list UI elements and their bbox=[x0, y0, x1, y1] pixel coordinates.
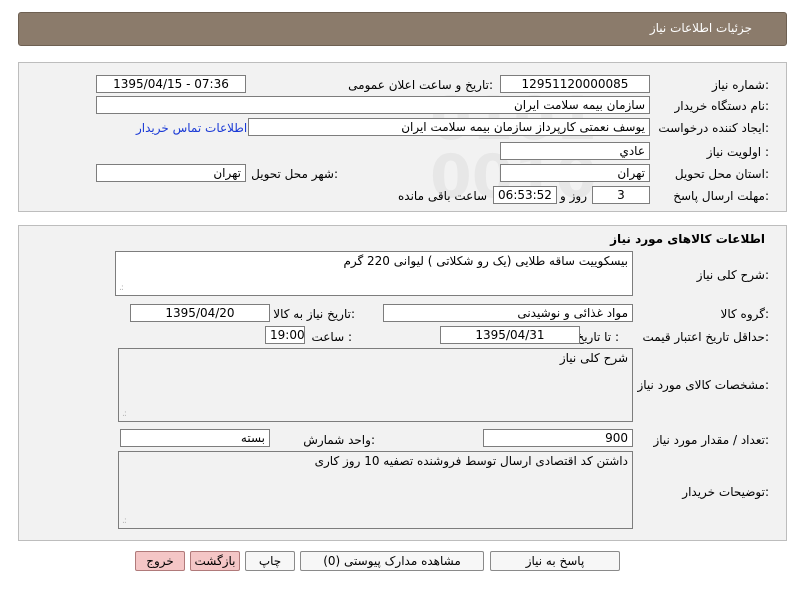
hour-label: ساعت : bbox=[311, 330, 352, 344]
qty-field: 900 bbox=[483, 429, 633, 447]
buyer-contact-link[interactable]: اطلاعات تماس خریدار bbox=[136, 121, 247, 135]
until-date-label: تا تاریخ : bbox=[576, 330, 619, 344]
unit-field: بسته bbox=[120, 429, 270, 447]
min-validity-label: حداقل تاریخ اعتبار قیمت: bbox=[642, 330, 769, 344]
province-field: تهران bbox=[500, 164, 650, 182]
deadline-days-field: 3 bbox=[592, 186, 650, 204]
back-button[interactable]: بازگشت bbox=[190, 551, 240, 571]
days-unit-label: روز و bbox=[560, 189, 587, 203]
general-desc-field: بیسکوییت ساقه طلایی (یک رو شکلاتی ) لیوا… bbox=[115, 251, 633, 296]
print-button[interactable]: چاپ bbox=[245, 551, 295, 571]
spec-label: مشخصات کالای مورد نیاز: bbox=[637, 378, 769, 392]
buyer-notes-field: داشتن کد اقتصادی ارسال توسط فروشنده تصفی… bbox=[118, 451, 633, 529]
general-desc-text: بیسکوییت ساقه طلایی (یک رو شکلاتی ) لیوا… bbox=[343, 254, 628, 268]
goods-group-field: مواد غذائی و نوشیدنی bbox=[383, 304, 633, 322]
buyer-notes-text: داشتن کد اقتصادی ارسال توسط فروشنده تصفی… bbox=[314, 454, 628, 468]
general-desc-label: شرح کلی نیاز: bbox=[696, 268, 769, 282]
attachments-button[interactable]: مشاهده مدارک پیوستی (0) bbox=[300, 551, 484, 571]
buyer-org-field: سازمان بیمه سلامت ایران bbox=[96, 96, 650, 114]
qty-label: تعداد / مقدار مورد نیاز: bbox=[653, 433, 769, 447]
need-date-label: تاریخ نیاز به کالا: bbox=[273, 307, 355, 321]
province-label: استان محل تحویل: bbox=[674, 167, 769, 181]
priority-field: عادي bbox=[500, 142, 650, 160]
page-header: جزئیات اطلاعات نیاز bbox=[18, 12, 787, 46]
exit-button[interactable]: خروج bbox=[135, 551, 185, 571]
announce-field: 1395/04/15 - 07:36 bbox=[96, 75, 246, 93]
need-date-field: 1395/04/20 bbox=[130, 304, 270, 322]
announce-label: تاریخ و ساعت اعلان عمومی: bbox=[348, 78, 493, 92]
deadline-label: مهلت ارسال پاسخ: bbox=[673, 189, 769, 203]
unit-label: واحد شمارش: bbox=[303, 433, 375, 447]
deadline-time-field: 06:53:52 bbox=[493, 186, 557, 204]
resize-grip-icon: :. bbox=[122, 516, 127, 526]
creator-field: یوسف نعمتی کارپرداز سازمان بیمه سلامت ای… bbox=[248, 118, 650, 136]
until-date-field: 1395/04/31 bbox=[440, 326, 580, 344]
goods-section-title: اطلاعات کالاهای مورد نیاز bbox=[610, 232, 765, 246]
city-label: شهر محل تحویل: bbox=[251, 167, 338, 181]
resize-grip-icon: :. bbox=[119, 283, 124, 293]
goods-group-label: گروه کالا: bbox=[720, 307, 770, 321]
priority-label: اولویت نیاز : bbox=[706, 145, 769, 159]
spec-field: شرح کلی نیاز :. bbox=[118, 348, 633, 422]
time-remaining-label: ساعت باقی مانده bbox=[398, 189, 488, 203]
buyer-notes-label: توضیحات خریدار: bbox=[682, 485, 769, 499]
buyer-org-label: نام دستگاه خریدار: bbox=[674, 99, 770, 113]
city-field: تهران bbox=[96, 164, 246, 182]
resize-grip-icon: :. bbox=[122, 409, 127, 419]
creator-label: ایجاد کننده درخواست: bbox=[658, 121, 769, 135]
need-number-field: 12951120000085 bbox=[500, 75, 650, 93]
need-number-label: شماره نیاز: bbox=[711, 78, 769, 92]
page-title: جزئیات اطلاعات نیاز bbox=[649, 21, 752, 35]
hour-field: 19:00 bbox=[265, 326, 305, 344]
spec-text: شرح کلی نیاز bbox=[559, 351, 628, 365]
reply-button[interactable]: پاسخ به نیاز bbox=[490, 551, 620, 571]
